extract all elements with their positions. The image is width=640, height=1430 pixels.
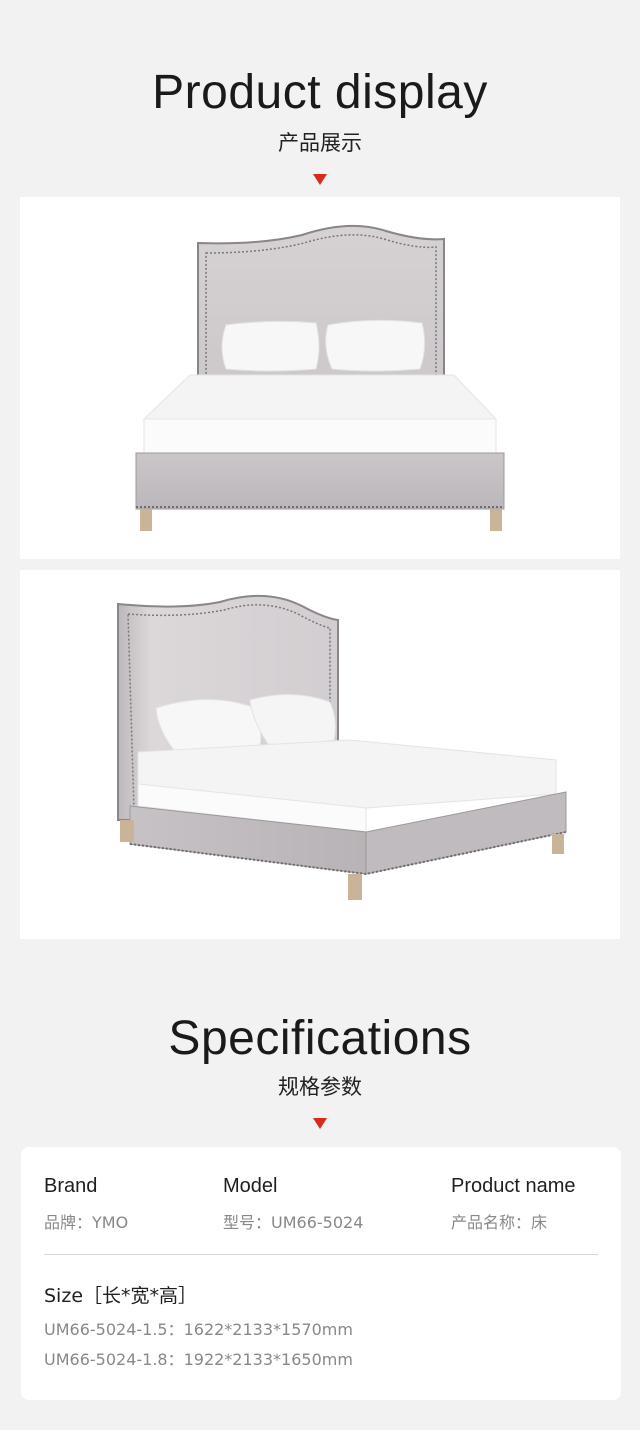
bed-angled-view-image <box>20 570 620 939</box>
bed-angled-illustration <box>117 594 567 900</box>
spec-divider <box>44 1254 598 1255</box>
brand-label: Brand <box>44 1175 98 1197</box>
specifications-title: Specifications <box>168 1012 472 1065</box>
product-name-value: 产品名称：床 <box>451 1213 548 1232</box>
red-down-arrow-icon <box>313 174 327 185</box>
size-label: Size［长*宽*高］ <box>44 1285 198 1307</box>
model-label: Model <box>223 1175 278 1197</box>
specifications-subtitle: 规格参数 <box>278 1075 362 1099</box>
red-down-arrow-icon <box>313 1118 327 1129</box>
brand-value: 品牌：YMO <box>44 1213 129 1232</box>
model-value: 型号：UM66-5024 <box>223 1213 364 1232</box>
product-display-subtitle: 产品展示 <box>278 131 362 155</box>
product-name-column: Product name 产品名称：床 <box>451 1175 576 1233</box>
product-display-header: Product display 产品展示 <box>0 66 640 185</box>
brand-column: Brand 品牌：YMO <box>44 1175 128 1233</box>
size-line-1-8: UM66-5024-1.8：1922*2133*1650mm <box>44 1350 353 1369</box>
specifications-card: Brand 品牌：YMO Model 型号：UM66-5024 Product … <box>21 1147 621 1400</box>
product-display-title: Product display <box>152 66 488 119</box>
product-name-label: Product name <box>451 1175 576 1197</box>
bed-front-illustration <box>135 224 505 531</box>
bed-front-view-image <box>20 197 620 559</box>
size-line-1-5: UM66-5024-1.5：1622*2133*1570mm <box>44 1320 353 1339</box>
model-column: Model 型号：UM66-5024 <box>223 1175 363 1233</box>
specifications-header: Specifications 规格参数 <box>0 1012 640 1129</box>
